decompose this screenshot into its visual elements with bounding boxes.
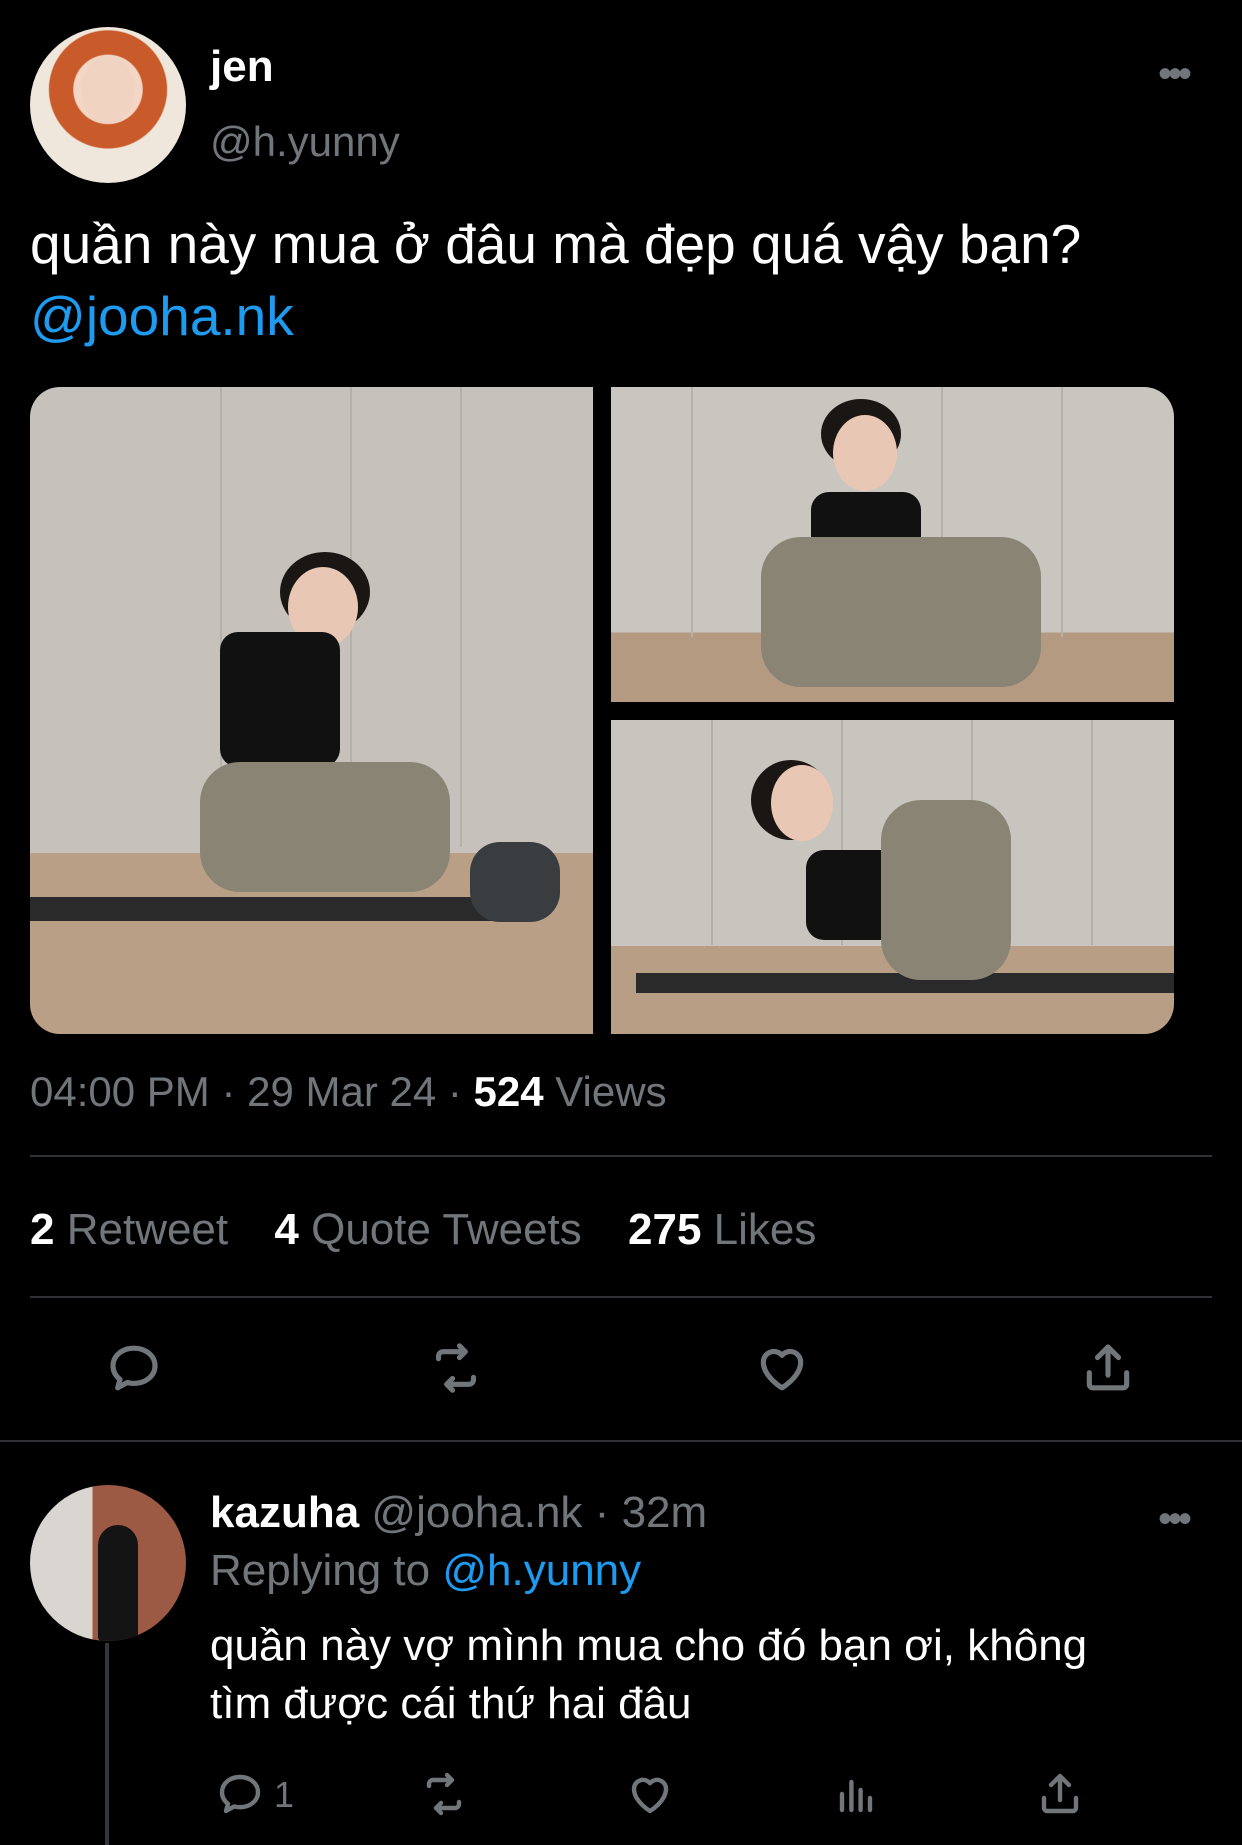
share-button[interactable] [1078, 1338, 1138, 1398]
likes-label: Likes [713, 1205, 817, 1254]
photo-3[interactable] [611, 720, 1174, 1034]
reply-reply-button[interactable] [210, 1764, 270, 1824]
tweet-body: quần này mua ở đâu mà đẹp quá vậy bạn? [30, 213, 1082, 275]
share-icon [1041, 1773, 1079, 1814]
tweet-date: 29 Mar 24 [247, 1068, 437, 1115]
media-grid [30, 387, 1174, 1034]
author-handle[interactable]: @h.yunny [210, 118, 400, 166]
reply-text: quần này vợ mình mua cho đó bạn ơi, khôn… [210, 1617, 1220, 1733]
retweets-stat[interactable]: 2 Retweet [30, 1205, 228, 1254]
meta-separator: · [221, 1068, 248, 1115]
like-button[interactable] [752, 1338, 812, 1398]
reply-author-avatar[interactable] [30, 1485, 186, 1641]
quote-count: 4 [274, 1205, 299, 1254]
tweet-time: 04:00 PM [30, 1068, 210, 1115]
divider [30, 1296, 1212, 1298]
avatar-face [82, 55, 134, 123]
retweet-button[interactable] [426, 1338, 486, 1398]
views-label: Views [555, 1068, 667, 1115]
retweet-icon [426, 1772, 462, 1816]
reply-text-line2: tìm được cái thứ hai đâu [210, 1679, 692, 1728]
analytics-icon [839, 1779, 873, 1813]
likes-stat[interactable]: 275 Likes [628, 1205, 816, 1254]
meta-separator: · [447, 1068, 474, 1115]
quotes-stat[interactable]: 4 Quote Tweets [274, 1205, 581, 1254]
reply-author-name[interactable]: kazuha [210, 1488, 359, 1537]
share-icon [1086, 1344, 1130, 1391]
retweet-count: 2 [30, 1205, 55, 1254]
tweet-stats: 2 Retweet 4 Quote Tweets 275 Likes [30, 1205, 816, 1255]
quote-label: Quote Tweets [311, 1205, 582, 1254]
heart-icon [631, 1777, 669, 1814]
divider [30, 1155, 1212, 1157]
reply-time: 32m [621, 1488, 708, 1537]
retweet-label: Retweet [66, 1205, 229, 1254]
reply-views-button[interactable] [826, 1764, 886, 1824]
replying-prefix: Replying to [210, 1546, 431, 1595]
photo-2[interactable] [611, 387, 1174, 702]
reply-icon [219, 1774, 261, 1814]
tweet-text: quần này mua ở đâu mà đẹp quá vậy bạn? @… [30, 208, 1230, 352]
heart-icon [760, 1348, 804, 1391]
avatar-figure [98, 1525, 138, 1641]
views-count: 524 [473, 1068, 544, 1115]
replying-handle-link[interactable]: @h.yunny [442, 1546, 641, 1595]
likes-count: 275 [628, 1205, 702, 1254]
retweet-icon [435, 1343, 477, 1393]
more-icon[interactable]: ••• [1158, 52, 1192, 97]
reply-share-button[interactable] [1030, 1764, 1090, 1824]
section-divider [0, 1440, 1242, 1442]
reply-count: 1 [274, 1774, 295, 1815]
reply-icon [110, 1345, 158, 1391]
reply-more-icon[interactable]: ••• [1158, 1497, 1192, 1542]
author-name[interactable]: jen [210, 42, 274, 92]
reply-header: kazuha @jooha.nk · 32m [210, 1488, 707, 1538]
reply-like-button[interactable] [620, 1764, 680, 1824]
reply-text-line1: quần này vợ mình mua cho đó bạn ơi, khôn… [210, 1621, 1088, 1670]
replying-to: Replying to @h.yunny [210, 1546, 641, 1596]
reply-author-handle[interactable]: @jooha.nk [371, 1488, 582, 1537]
thread-line [105, 1643, 109, 1845]
reply-retweet-button[interactable] [414, 1764, 474, 1824]
reply-separator: · [594, 1488, 610, 1537]
tweet-mention-link[interactable]: @jooha.nk [30, 285, 294, 347]
author-avatar[interactable] [30, 27, 186, 183]
photo-1[interactable] [30, 387, 593, 1034]
reply-button[interactable] [104, 1338, 164, 1398]
tweet-meta: 04:00 PM · 29 Mar 24 · 524 Views [30, 1068, 667, 1116]
